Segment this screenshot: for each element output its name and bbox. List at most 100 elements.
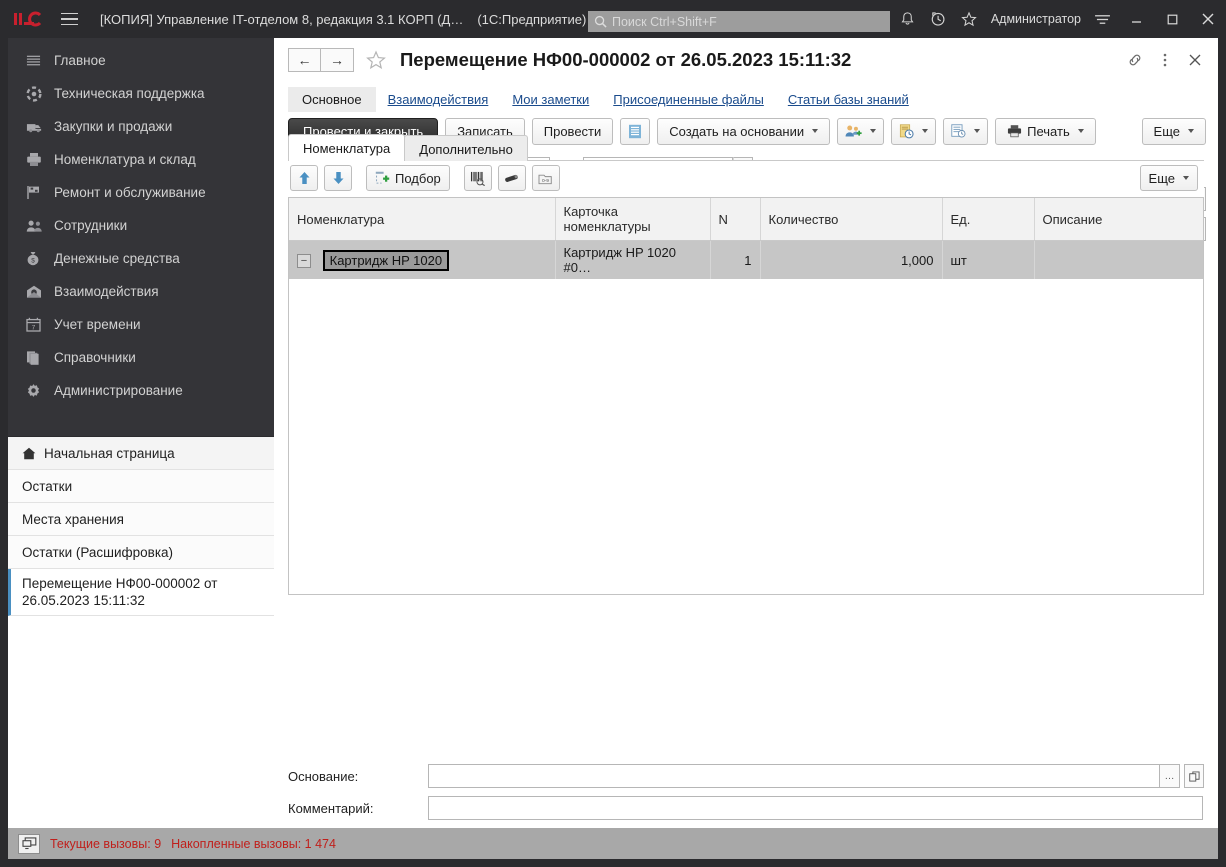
comment-row: Комментарий: (288, 792, 1204, 824)
money-bag-icon: $ (26, 251, 54, 266)
maximize-button[interactable] (1154, 0, 1190, 38)
sidebar-item-zakupki[interactable]: Закупки и продажи (8, 110, 274, 143)
1c-logo-icon[interactable] (12, 7, 46, 31)
sidebar-item-nomenklatura[interactable]: Номенклатура и склад (8, 143, 274, 176)
row-expander-icon[interactable]: − (297, 254, 311, 268)
nav-back-button[interactable]: ← (288, 48, 321, 72)
column-header-unit[interactable]: Ед. (942, 198, 1034, 241)
app-title: [КОПИЯ] Управление IT-отделом 8, редакци… (100, 12, 463, 27)
tab-osnovnoe[interactable]: Основное (288, 87, 376, 112)
column-header-card[interactable]: Карточка номенклатуры (555, 198, 710, 241)
table-more-button[interactable]: Еще (1140, 165, 1198, 191)
sidebar-item-ostatki[interactable]: Остатки (8, 470, 274, 503)
hamburger-menu-icon[interactable] (54, 7, 84, 31)
column-header-nomenclature[interactable]: Номенклатура (289, 198, 555, 241)
table-row[interactable]: − Картридж HP 1020 Картридж HP 1020 #0… … (289, 241, 1203, 280)
cell-nomenclature[interactable]: − Картридж HP 1020 (289, 241, 555, 280)
tab-prisoedinennye-fayly[interactable]: Присоединенные файлы (601, 87, 776, 112)
sidebar-item-peremeshchenie-document[interactable]: Перемещение НФ00-000002 от 26.05.2023 15… (8, 569, 274, 616)
close-icon[interactable] (1182, 47, 1208, 73)
column-header-n[interactable]: N (710, 198, 760, 241)
sidebar-item-vzaimodeystviya[interactable]: Взаимодействия (8, 275, 274, 308)
barcode-search-button[interactable] (464, 165, 492, 191)
support-icon (26, 86, 54, 102)
cell-nomenclature-value[interactable]: Картридж HP 1020 (323, 250, 449, 271)
column-header-description[interactable]: Описание (1034, 198, 1203, 241)
accumulated-calls-label: Накопленные вызовы: (171, 837, 301, 851)
sidebar-item-ostatki-rasshifrovka[interactable]: Остатки (Расшифровка) (8, 536, 274, 569)
cell-card[interactable]: Картридж HP 1020 #0… (555, 241, 710, 280)
sidebar-item-tehpodderzhka[interactable]: Техническая поддержка (8, 77, 274, 110)
table-toolbar: Подбор (288, 161, 1204, 195)
sidebar-item-administrirovanie[interactable]: Администрирование (8, 374, 274, 407)
chevron-down-icon (870, 129, 876, 133)
sidebar-item-sotrudniki[interactable]: Сотрудники (8, 209, 274, 242)
printer-icon (26, 152, 54, 167)
menu-lines-icon[interactable] (1087, 0, 1118, 38)
tab-moi-zametki[interactable]: Мои заметки (500, 87, 601, 112)
basis-row: Основание: … (288, 760, 1204, 792)
inner-tab-dopolnitelno[interactable]: Дополнительно (404, 135, 528, 163)
comment-input[interactable] (428, 796, 1203, 820)
sidebar: Главное Техническая поддержка (8, 38, 274, 828)
document-header: ← → Перемещение НФ00-000002 от 26.05.202… (274, 38, 1218, 82)
close-button[interactable] (1190, 0, 1226, 38)
sidebar-item-denezhnye[interactable]: $ Денежные средства (8, 242, 274, 275)
open-sections-list: Начальная страница Остатки Места хранени… (8, 436, 274, 828)
serial-number-icon: 0-9 (538, 172, 553, 185)
sidebar-item-label: Техническая поддержка (54, 86, 205, 101)
app-mode-label: (1С:Предприятие) (477, 12, 586, 27)
sidebar-item-mesta-hraneniya[interactable]: Места хранения (8, 503, 274, 536)
current-user-label[interactable]: Администратор (985, 12, 1087, 26)
sidebar-item-glavnoe[interactable]: Главное (8, 44, 274, 77)
basis-open-card-icon[interactable] (1184, 764, 1204, 788)
titlebar-icons: Администратор (892, 0, 1226, 38)
monitor-icon[interactable] (18, 834, 40, 854)
truck-icon (26, 121, 54, 133)
more-vertical-icon[interactable] (1152, 47, 1178, 73)
arrow-up-icon (298, 171, 311, 185)
sidebar-item-label: Закупки и продажи (54, 119, 172, 134)
title-bar: [КОПИЯ] Управление IT-отделом 8, редакци… (0, 0, 1226, 38)
sidebar-item-label: Места хранения (22, 512, 124, 527)
star-icon[interactable] (954, 0, 985, 38)
select-items-button[interactable]: Подбор (366, 165, 450, 191)
move-up-button[interactable] (290, 165, 318, 191)
scanner-button[interactable] (498, 165, 526, 191)
minimize-button[interactable] (1118, 0, 1154, 38)
nomenclature-grid[interactable]: Номенклатура Карточка номенклатуры N Кол… (288, 197, 1204, 595)
sidebar-item-spravochniki[interactable]: Справочники (8, 341, 274, 374)
document-form: ← → Перемещение НФ00-000002 от 26.05.202… (274, 38, 1218, 828)
move-down-button[interactable] (324, 165, 352, 191)
current-calls-status: Текущие вызовы: 9 (50, 837, 161, 851)
table-header-row: Номенклатура Карточка номенклатуры N Кол… (289, 198, 1203, 241)
sidebar-item-home-page[interactable]: Начальная страница (8, 437, 274, 470)
people-icon (26, 219, 54, 233)
star-outline-icon[interactable] (366, 50, 386, 70)
link-icon[interactable] (1122, 47, 1148, 73)
search-input[interactable]: Поиск Ctrl+Shift+F (588, 11, 890, 32)
basis-select-button[interactable]: … (1160, 764, 1180, 788)
tab-vzaimodeystviya[interactable]: Взаимодействия (376, 87, 501, 112)
chevron-down-icon (812, 129, 818, 133)
nav-forward-button[interactable]: → (321, 48, 354, 72)
sidebar-item-label: Главное (54, 53, 106, 68)
cell-n[interactable]: 1 (710, 241, 760, 280)
inner-tab-nomenklatura[interactable]: Номенклатура (288, 134, 405, 163)
basis-input[interactable] (428, 764, 1160, 788)
document-header-actions (1122, 47, 1208, 73)
sidebar-item-uchet-vremeni[interactable]: 7 Учет времени (8, 308, 274, 341)
bell-icon[interactable] (892, 0, 923, 38)
cell-unit[interactable]: шт (942, 241, 1034, 280)
column-header-quantity[interactable]: Количество (760, 198, 942, 241)
tab-stati-bazy-znaniy[interactable]: Статьи базы знаний (776, 87, 921, 112)
table-more-label: Еще (1149, 171, 1175, 186)
history-icon[interactable] (923, 0, 954, 38)
grid-empty-area[interactable] (289, 279, 1203, 584)
sidebar-item-remont[interactable]: Ремонт и обслуживание (8, 176, 274, 209)
cell-description[interactable] (1034, 241, 1203, 280)
document-tabstrip: Основное Взаимодействия Мои заметки Прис… (274, 82, 1218, 112)
envelope-icon (26, 285, 54, 299)
cell-quantity[interactable]: 1,000 (760, 241, 942, 280)
serial-number-button[interactable]: 0-9 (532, 165, 560, 191)
